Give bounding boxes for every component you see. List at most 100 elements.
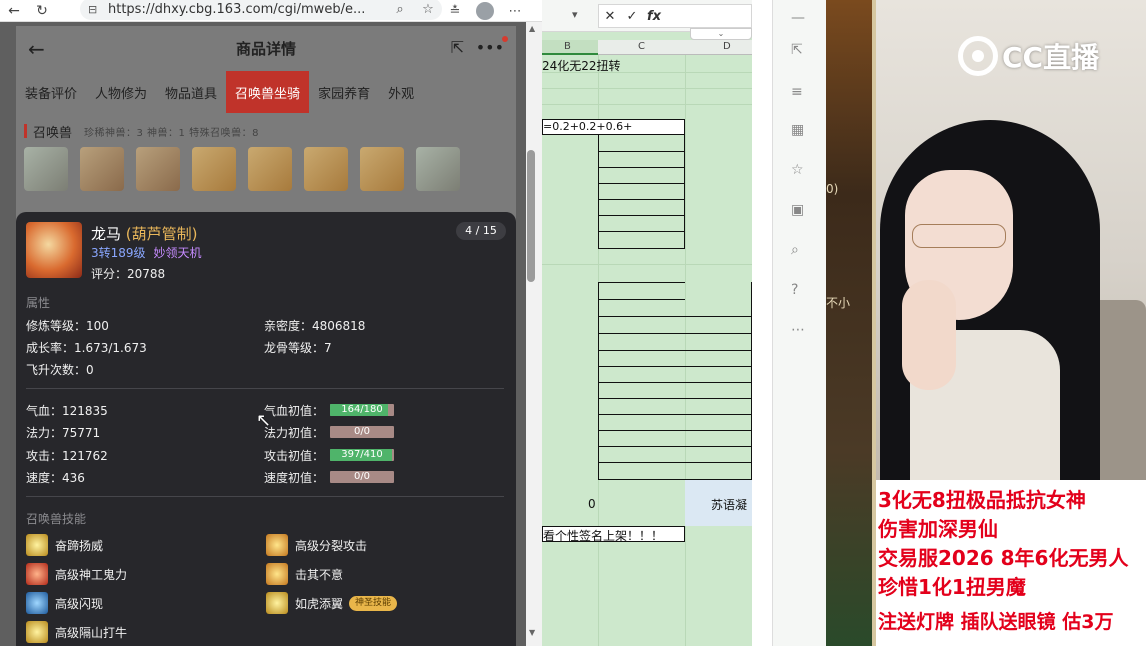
cc-live-logo: CC直播 [958,36,1099,76]
column-b-header[interactable]: B [564,41,571,52]
tab-appearance[interactable]: 外观 [379,71,423,113]
tab-summons[interactable]: 召唤兽坐骑 [226,71,310,113]
table-line [598,231,685,232]
table-line [598,350,752,351]
pet-thumbnail[interactable] [248,147,292,191]
expand-formula-icon[interactable]: ⌄ [690,28,752,40]
formula-cell-text: =0.2+0.2+0.6+ [543,120,633,133]
scrollbar-thumb[interactable] [527,150,535,282]
tab-character[interactable]: 人物修为 [86,71,156,113]
divider [26,496,504,497]
table-line [598,430,752,431]
profile-avatar[interactable] [470,2,500,20]
skill-item[interactable]: 奋蹄扬威 [26,534,103,556]
name-box-dropdown-icon[interactable]: ▾ [572,8,578,21]
game-text: 0) [826,182,839,196]
table-line [598,299,685,300]
skill-name: 如虎添翼 [295,596,344,611]
speed-value: 速度：436 [26,471,85,485]
url-field[interactable]: ⊟ https://dhxy.cbg.163.com/cgi/mweb/e...… [80,0,442,20]
pet-thumbnail[interactable] [136,147,180,191]
table-line [598,215,685,216]
grid-line [542,264,752,265]
table-line [598,446,752,447]
skill-name: 击其不意 [295,567,344,582]
refresh-icon[interactable]: ↻ [28,3,56,19]
hp-init-bar: 164/180 [330,404,394,416]
adjust-icon[interactable]: ≡ [791,84,803,100]
streamer-hand [902,280,956,390]
share-icon[interactable]: ⇱ [451,38,464,57]
pet-thumbnail[interactable] [360,147,404,191]
pet-talent: 妙领天机 [153,246,202,260]
cell-note-top[interactable]: 24化无22扭转 [542,57,621,74]
search-doc-icon[interactable]: ⌕ [791,242,799,258]
pet-thumbnail-row [16,143,516,191]
column-c-header[interactable]: C [638,41,645,52]
pet-score: 评分：20788 [91,265,165,282]
page-title: 商品详情 [235,40,296,58]
pet-thumbnail[interactable] [304,147,348,191]
tab-home[interactable]: 家园养育 [309,71,379,113]
back-arrow-icon[interactable]: ← [28,37,52,61]
scroll-down-arrow-icon[interactable]: ▼ [529,628,535,637]
pet-thumbnail[interactable] [192,147,236,191]
highlighted-cell[interactable]: 苏语凝 [685,480,752,526]
summon-counts: 珍稀神兽：3 神兽：1 特殊召唤兽：8 [84,127,259,139]
back-arrow-icon[interactable]: ← [0,3,28,19]
pin-icon[interactable]: ☆ [791,162,804,178]
skill-name: 高级隔山打牛 [55,625,128,640]
scroll-up-arrow-icon[interactable]: ▲ [529,24,535,33]
skill-item[interactable]: 高级神工鬼力 [26,563,127,585]
tab-equipment[interactable]: 装备评价 [16,71,86,113]
function-icon[interactable]: fx [643,9,665,24]
page-scrollbar[interactable] [526,22,542,646]
mp-value: 法力：75771 [26,426,101,440]
more-dots-icon[interactable]: ••• [476,38,504,57]
minimize-icon[interactable]: — [791,10,805,26]
column-d-header[interactable]: D [723,41,731,52]
formula-input[interactable]: ✕ ✓ fx [598,4,752,28]
cancel-icon[interactable]: ✕ [599,9,621,24]
pet-thumbnail[interactable] [24,147,68,191]
skill-icon [26,592,48,614]
pet-thumbnail[interactable] [416,147,460,191]
skill-item[interactable]: 如虎添翼 神圣技能 [266,592,398,614]
pet-thumbnail[interactable] [80,147,124,191]
grid-line [542,88,752,89]
ticker-line: 珍惜1化1扭男魔 [878,575,1026,599]
cell-zero[interactable]: 0 [588,497,596,511]
address-bar: ← ↻ ⊟ https://dhxy.cbg.163.com/cgi/mweb/… [0,0,542,22]
skill-item[interactable]: 高级隔山打牛 [26,621,127,643]
url-text: https://dhxy.cbg.163.com/cgi/mweb/e... [108,1,366,17]
favorites-icon[interactable]: ≛ [440,4,470,19]
help-icon[interactable]: ? [791,282,798,298]
more-icon[interactable]: ⋯ [791,322,805,338]
table-line [598,366,752,367]
confirm-icon[interactable]: ✓ [621,9,643,24]
skill-item[interactable]: 击其不意 [266,563,343,585]
hp-init-bar-text: 164/180 [341,404,383,415]
tab-items[interactable]: 物品道具 [156,71,226,113]
skill-icon [266,592,288,614]
table-line [598,382,752,383]
pointer-tool-icon[interactable]: ⇱ [791,42,803,58]
table-line [598,167,685,168]
zoom-icon[interactable]: ⌕ [386,2,414,17]
formula-cell[interactable]: =0.2+0.2+0.6+ [542,119,685,135]
site-info-icon[interactable]: ⊟ [88,3,102,16]
sacred-skill-badge: 神圣技能 [349,595,398,611]
side-toolbar: — ⇱ ≡ ▦ ☆ ▣ ⌕ ? ⋯ [772,0,826,646]
highlighted-cell-text: 苏语凝 [711,498,748,512]
menu-dots-icon[interactable]: ⋯ [500,4,530,19]
score-value: 20788 [127,267,166,281]
bookmark-star-icon[interactable]: ☆ [414,2,442,17]
top-nav: ← 商品详情 ⇱ ••• [16,26,516,71]
sheet-scroll-strip [752,0,772,646]
skill-item[interactable]: 高级分裂攻击 [266,534,367,556]
note-cell[interactable]: 看个性签名上架！！！ [542,526,685,542]
skill-item[interactable]: 高级闪现 [26,592,103,614]
glasses [912,224,1006,248]
layout-icon[interactable]: ▦ [791,122,804,138]
image-icon[interactable]: ▣ [791,202,804,218]
